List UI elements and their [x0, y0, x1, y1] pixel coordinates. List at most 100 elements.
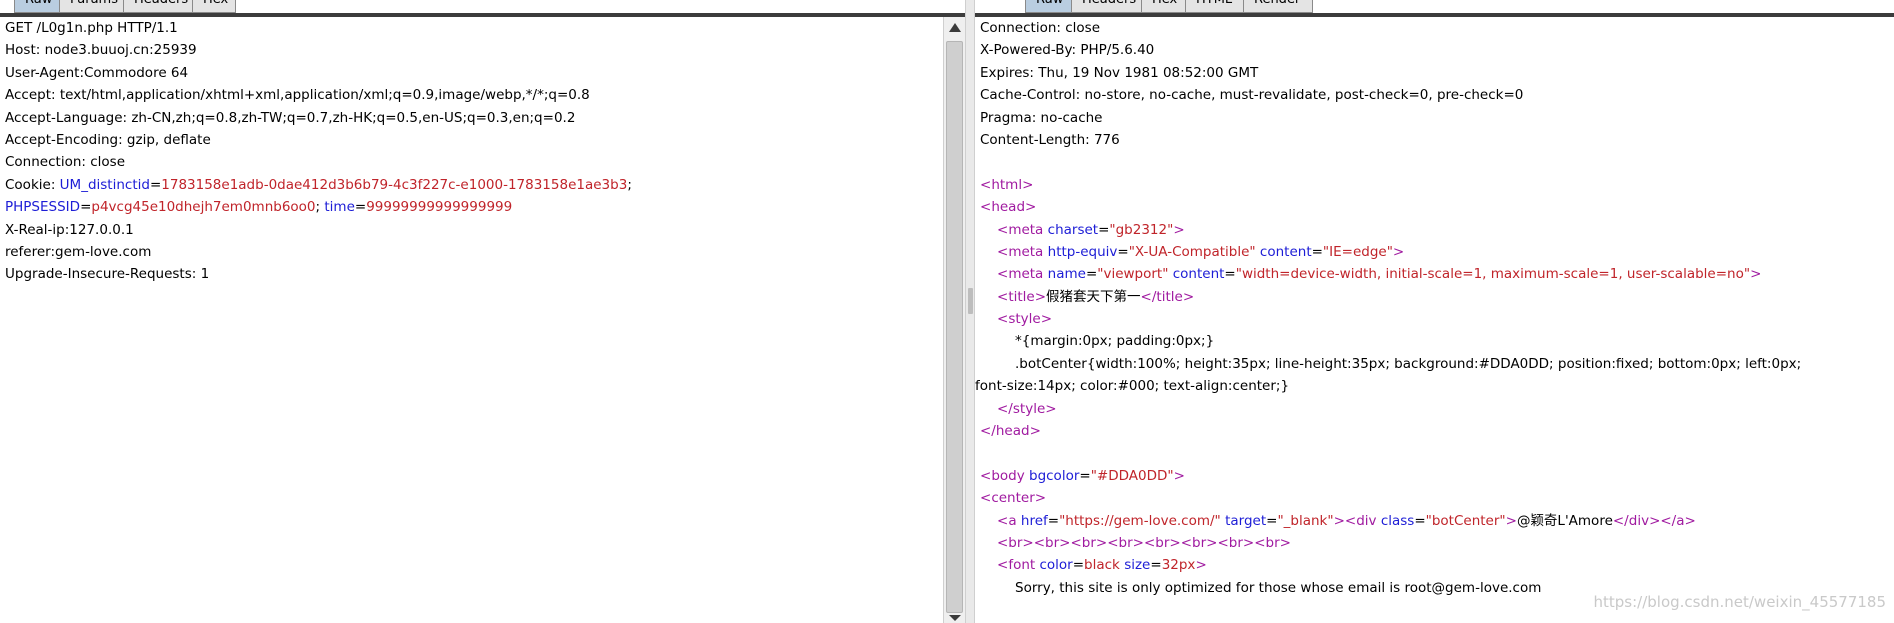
cookie-label: Cookie:	[5, 176, 60, 193]
tag-bracket: >	[1025, 199, 1037, 216]
upgrade-insecure-header: Upgrade-Insecure-Requests: 1	[5, 266, 210, 283]
tab-params[interactable]: Params	[59, 0, 124, 13]
request-scrollbar[interactable]	[943, 17, 965, 623]
style-open: <style>	[975, 308, 1894, 330]
tag-name: head	[991, 199, 1026, 216]
anchor-element: <a href="https://gem-love.com/" target="…	[975, 510, 1894, 532]
center-open: <center>	[975, 487, 1894, 509]
tag-bracket: <	[1344, 512, 1357, 529]
tag-name: body	[991, 467, 1025, 484]
x-real-ip-header: X-Real-ip:127.0.0.1	[5, 221, 134, 238]
style-rule-2: .botCenter{width:100%; height:35px; line…	[1015, 355, 1802, 372]
tab-hex[interactable]: Hex	[1141, 0, 1186, 13]
attr-name: class	[1380, 512, 1415, 529]
tag-bracket: >	[1040, 311, 1052, 328]
tag-bracket: </	[1612, 512, 1629, 529]
scroll-thumb[interactable]	[946, 41, 963, 613]
cookie-key-phpsessid: PHPSESSID	[5, 199, 81, 216]
accept-encoding-header: Accept-Encoding: gzip, deflate	[5, 131, 211, 148]
tab-headers[interactable]: Headers	[123, 0, 193, 13]
tag-name: style	[1012, 400, 1046, 417]
cookie-eq: =	[80, 199, 92, 216]
cookie-value-time: 99999999999999999	[366, 199, 513, 216]
request-tab-bar: Raw Params Headers Hex	[0, 0, 965, 17]
attr-eq: =	[1072, 557, 1085, 574]
cookie-key-time: time	[324, 199, 355, 216]
tag-bracket: </	[1660, 512, 1677, 529]
tag-bracket: >	[1182, 288, 1195, 305]
attr-name: color	[1039, 557, 1073, 574]
tab-render[interactable]: Render	[1243, 0, 1313, 13]
powered-by-header: X-Powered-By: PHP/5.6.40	[980, 42, 1155, 59]
tag-name: style	[1008, 311, 1041, 328]
cookie-value-phpsessid: p4vcg45e10dhejh7em0mnb6oo0	[91, 199, 316, 216]
title-text: 假猪套天下第一	[1046, 288, 1141, 305]
tag-bracket: <	[997, 266, 1009, 283]
response-editor[interactable]: Connection: close X-Powered-By: PHP/5.6.…	[975, 17, 1894, 623]
accept-language-header: Accept-Language: zh-CN,zh;q=0.8,zh-TW;q=…	[5, 109, 576, 126]
title-element: <title>假猪套天下第一</title>	[975, 286, 1894, 308]
tab-html[interactable]: HTML	[1185, 0, 1244, 13]
tab-hex[interactable]: Hex	[192, 0, 236, 13]
style-close: </style>	[975, 398, 1894, 420]
tag-bracket: >	[1649, 512, 1661, 529]
tag-bracket: >	[1173, 221, 1185, 238]
meta-http-equiv: <meta http-equiv="X-UA-Compatible" conte…	[975, 241, 1894, 263]
tag-bracket: >	[1045, 400, 1057, 417]
attr-name: size	[1124, 557, 1151, 574]
pragma-header: Pragma: no-cache	[980, 109, 1103, 126]
tag-bracket: >	[1034, 288, 1047, 305]
attr-eq: =	[1085, 266, 1098, 283]
attr-eq: =	[1047, 512, 1060, 529]
attr-value: black	[1084, 557, 1120, 574]
attr-name: content	[1172, 266, 1225, 283]
tab-raw[interactable]: Raw	[1025, 0, 1072, 13]
tag-bracket: </	[997, 400, 1013, 417]
tag-bracket: >	[1750, 266, 1762, 283]
attr-value: "gb2312"	[1109, 221, 1174, 238]
expires-header: Expires: Thu, 19 Nov 1981 08:52:00 GMT	[980, 64, 1259, 81]
attr-eq: =	[1266, 512, 1278, 529]
attr-name: bgcolor	[1029, 467, 1080, 484]
attr-value: "https://gem-love.com/"	[1059, 512, 1221, 529]
cookie-eq: =	[354, 199, 367, 216]
accept-header: Accept: text/html,application/xhtml+xml,…	[5, 87, 590, 104]
anchor-text: @颖奇L'Amore	[1516, 512, 1613, 529]
watermark-text: https://blog.csdn.net/weixin_45577185	[1593, 593, 1886, 611]
head-close: </head>	[975, 420, 1894, 442]
cache-control-header: Cache-Control: no-store, no-cache, must-…	[980, 87, 1524, 104]
request-editor[interactable]: GET /L0g1n.php HTTP/1.1 Host: node3.buuo…	[0, 17, 943, 623]
tag-name: center	[991, 490, 1035, 507]
cookie-key-um: UM_distinctid	[59, 176, 150, 193]
cookie-eq: =	[149, 176, 162, 193]
attr-eq: =	[1414, 512, 1426, 529]
tag-bracket: <	[980, 490, 992, 507]
request-pane: Raw Params Headers Hex GET /L0g1n.php HT…	[0, 0, 965, 623]
cookie-value-um: 1783158e1adb-0dae412d3b6b79-4c3f227c-e10…	[161, 176, 628, 193]
tag-bracket: <	[997, 288, 1009, 305]
tag-bracket: <	[997, 221, 1009, 238]
pane-splitter[interactable]	[965, 0, 975, 623]
style-rule-3: font-size:14px; color:#000; text-align:c…	[975, 378, 1290, 395]
tab-headers[interactable]: Headers	[1071, 0, 1142, 13]
tag-bracket: >	[1505, 512, 1517, 529]
resp-connection-header: Connection: close	[980, 20, 1100, 36]
tab-raw[interactable]: Raw	[14, 0, 60, 13]
attr-name: charset	[1047, 221, 1099, 238]
splitter-grip-icon[interactable]	[968, 288, 973, 314]
tag-bracket: <	[997, 557, 1009, 574]
referer-header: referer:gem-love.com	[5, 243, 152, 260]
body-open: <body bgcolor="#DDA0DD">	[975, 465, 1894, 487]
scroll-up-arrow-icon[interactable]	[949, 23, 961, 32]
meta-charset: <meta charset="gb2312">	[975, 219, 1894, 241]
tag-bracket: >	[1034, 490, 1047, 507]
cookie-header: Cookie: UM_distinctid=1783158e1adb-0dae4…	[0, 174, 943, 196]
attr-name: content	[1259, 243, 1312, 260]
user-agent-header: User-Agent:Commodore 64	[5, 64, 189, 81]
tag-name: a	[1676, 512, 1685, 529]
attr-value: "viewport"	[1097, 266, 1169, 283]
scroll-down-arrow-icon[interactable]	[949, 615, 961, 621]
tag-name: meta	[1008, 266, 1044, 283]
tag-name: font	[1008, 557, 1036, 574]
